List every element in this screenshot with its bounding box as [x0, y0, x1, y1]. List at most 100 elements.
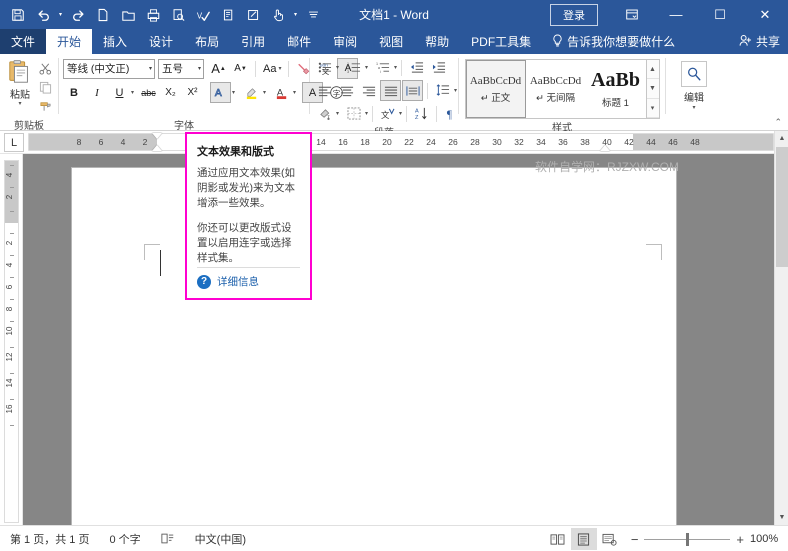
- scroll-thumb[interactable]: [776, 147, 788, 267]
- close-button[interactable]: ✕: [742, 0, 788, 29]
- tab-home[interactable]: 开始: [46, 29, 93, 54]
- line-spacing-dropdown-icon[interactable]: ▾: [454, 87, 457, 94]
- document-area[interactable]: 软件自学网：RJZXW.COM: [23, 154, 774, 525]
- tab-references[interactable]: 引用: [230, 29, 276, 54]
- bold-button[interactable]: B: [63, 82, 85, 103]
- grow-font-button[interactable]: A ▲: [208, 58, 229, 79]
- styles-gallery-scroll[interactable]: ▲ ▼ ▾: [645, 60, 659, 118]
- chevron-down-icon[interactable]: ▾: [146, 65, 152, 72]
- chevron-down-icon[interactable]: ▾: [195, 65, 201, 72]
- word-count[interactable]: 0 个字: [99, 531, 150, 547]
- borders-icon[interactable]: [343, 103, 364, 124]
- touch-mode-icon[interactable]: [266, 4, 290, 26]
- scroll-up-icon[interactable]: ▲: [775, 131, 788, 146]
- font-color-icon[interactable]: A: [271, 82, 292, 103]
- open-folder-icon[interactable]: [116, 4, 140, 26]
- right-indent-marker[interactable]: [600, 145, 610, 151]
- change-case-button[interactable]: Aa ▾: [260, 58, 284, 79]
- read-aloud-icon[interactable]: [216, 4, 240, 26]
- highlight-dropdown-icon[interactable]: ▾: [263, 89, 266, 96]
- tab-file[interactable]: 文件: [0, 29, 47, 54]
- superscript-button[interactable]: X²: [182, 82, 203, 103]
- vertical-scrollbar[interactable]: ▲ ▼: [774, 131, 788, 525]
- align-left-icon[interactable]: [314, 80, 335, 101]
- first-line-indent-marker[interactable]: [152, 133, 162, 139]
- align-justify-icon[interactable]: [380, 80, 401, 101]
- tab-pdf-tools[interactable]: PDF工具集: [460, 29, 542, 54]
- quick-print-icon[interactable]: [141, 4, 165, 26]
- editing-button[interactable]: 编辑 ▾: [672, 57, 716, 111]
- multilevel-dropdown-icon[interactable]: ▾: [394, 64, 397, 71]
- page-indicator[interactable]: 第 1 页，共 1 页: [0, 531, 99, 547]
- document-page[interactable]: [72, 168, 676, 525]
- format-painter-icon[interactable]: [36, 98, 54, 114]
- tab-design[interactable]: 设计: [138, 29, 184, 54]
- spelling-check-icon[interactable]: V: [191, 4, 215, 26]
- align-right-icon[interactable]: [358, 80, 379, 101]
- zoom-slider[interactable]: [644, 532, 731, 546]
- shading-dropdown-icon[interactable]: ▾: [336, 110, 339, 117]
- tab-view[interactable]: 视图: [368, 29, 414, 54]
- redo-icon[interactable]: [66, 4, 90, 26]
- font-name-combo[interactable]: 等线 (中文正) ▾: [63, 58, 155, 79]
- multilevel-list-icon[interactable]: 1ai: [372, 57, 393, 78]
- tab-mailings[interactable]: 邮件: [276, 29, 322, 54]
- numbered-list-icon[interactable]: 123: [343, 57, 364, 78]
- help-icon[interactable]: ?: [197, 274, 211, 289]
- text-effects-dropdown-icon[interactable]: ▾: [232, 89, 235, 96]
- tab-layout[interactable]: 布局: [184, 29, 230, 54]
- tab-help[interactable]: 帮助: [414, 29, 460, 54]
- decrease-indent-icon[interactable]: [406, 57, 427, 78]
- text-effects-button[interactable]: A: [210, 82, 232, 103]
- zoom-in-button[interactable]: +: [736, 532, 744, 547]
- style-item-heading1[interactable]: AaBb 标题 1: [586, 60, 646, 118]
- undo-dropdown-icon[interactable]: ▾: [56, 4, 65, 26]
- maximize-button[interactable]: ☐: [698, 0, 742, 29]
- subscript-button[interactable]: X₂: [160, 82, 181, 103]
- font-size-combo[interactable]: 五号 ▾: [158, 58, 204, 79]
- font-color-dropdown-icon[interactable]: ▾: [293, 89, 296, 96]
- print-preview-icon[interactable]: [166, 4, 190, 26]
- underline-dropdown-icon[interactable]: ▾: [131, 89, 134, 96]
- zoom-out-button[interactable]: −: [631, 532, 639, 547]
- tell-me-box[interactable]: 告诉我你想要做什么: [542, 29, 685, 54]
- borders-dropdown-icon[interactable]: ▾: [365, 110, 368, 117]
- new-document-icon[interactable]: [91, 4, 115, 26]
- vertical-ruler-track[interactable]: 4 2 2 4 6 8 10 12 14 16: [4, 160, 19, 523]
- tooltip-more-info-link[interactable]: 详细信息: [217, 274, 259, 289]
- web-layout-icon[interactable]: [597, 528, 623, 550]
- tab-insert[interactable]: 插入: [92, 29, 138, 54]
- collapse-ribbon-button[interactable]: ⌃: [774, 117, 782, 128]
- asian-layout-dropdown-icon[interactable]: ▾: [399, 110, 402, 117]
- print-layout-icon[interactable]: [570, 528, 597, 550]
- copy-icon[interactable]: [36, 79, 54, 95]
- styles-scroll-down-icon[interactable]: ▼: [646, 79, 659, 99]
- language-indicator[interactable]: 中文(中国): [185, 531, 256, 547]
- sign-in-button[interactable]: 登录: [550, 3, 598, 26]
- bullet-list-icon[interactable]: [314, 57, 335, 78]
- paragraph-shading-icon[interactable]: [314, 103, 335, 124]
- paste-dropdown-icon[interactable]: ▾: [18, 101, 21, 107]
- style-item-normal[interactable]: AaBbCcDd ↵ 正文: [465, 60, 526, 118]
- proofing-icon[interactable]: [151, 532, 185, 545]
- scroll-down-icon[interactable]: ▼: [775, 510, 788, 525]
- zoom-level-label[interactable]: 100%: [750, 533, 780, 545]
- paste-button[interactable]: 粘贴 ▾: [4, 57, 36, 107]
- tab-stop-selector[interactable]: L: [4, 133, 24, 152]
- style-item-no-spacing[interactable]: AaBbCcDd ↵ 无间隔: [526, 60, 586, 118]
- undo-icon[interactable]: [31, 4, 55, 26]
- ribbon-display-options-icon[interactable]: [610, 0, 654, 29]
- touch-mode-dropdown-icon[interactable]: ▾: [291, 4, 300, 26]
- read-mode-icon[interactable]: [545, 528, 571, 550]
- bullets-dropdown-icon[interactable]: ▾: [336, 64, 339, 71]
- line-spacing-icon[interactable]: [432, 80, 453, 101]
- customize-qat-icon[interactable]: [301, 4, 325, 26]
- save-icon[interactable]: [6, 4, 30, 26]
- scissors-icon[interactable]: [36, 60, 54, 76]
- share-button[interactable]: 共享: [739, 29, 780, 54]
- track-changes-icon[interactable]: [241, 4, 265, 26]
- shrink-font-button[interactable]: A ▼: [230, 58, 251, 79]
- strikethrough-button[interactable]: abc: [138, 82, 159, 103]
- italic-button[interactable]: I: [86, 82, 108, 103]
- styles-more-icon[interactable]: ▾: [646, 98, 659, 118]
